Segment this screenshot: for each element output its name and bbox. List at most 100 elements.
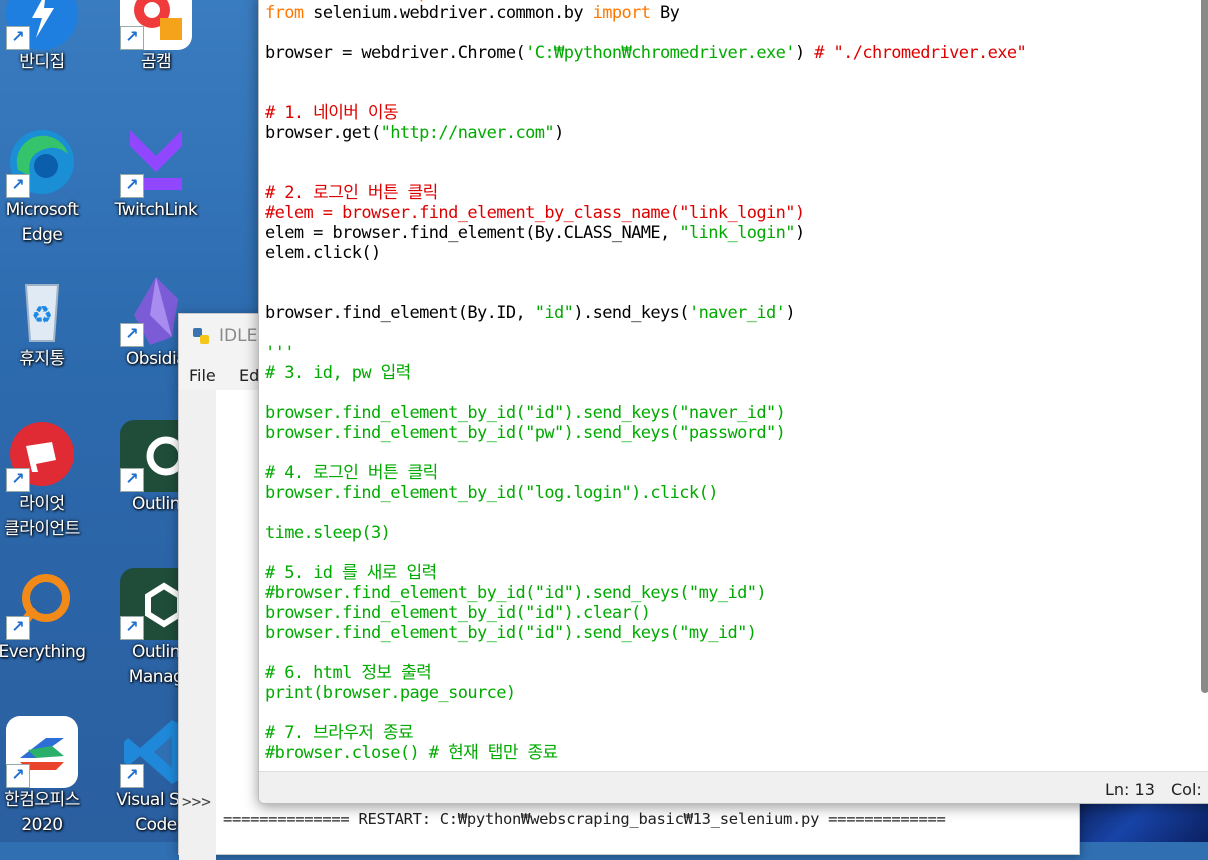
desktop-icon-gomcam[interactable]: ↗ 곰캠 [106, 0, 206, 75]
desktop-icon-twitchlink[interactable]: ↗ TwitchLink [106, 126, 206, 223]
desktop-icon-label: Everything [0, 642, 86, 662]
desktop-icon-label: TwitchLink [114, 200, 198, 220]
hancom-office-icon: ↗ [6, 716, 78, 788]
code-token: from [265, 3, 304, 23]
shell-restart-line: ============== RESTART: C:₩python₩webscr… [223, 810, 946, 828]
code-line: #browser.close() # 현재 탭만 종료 [265, 743, 1026, 763]
code-token: ''' [265, 343, 295, 363]
code-line: time.sleep(3) [265, 523, 1026, 543]
code-line: ''' [265, 343, 1026, 363]
code-token: browser.find_element_by_id("log.login").… [265, 483, 718, 503]
code-line: #browser.find_element_by_id("id").send_k… [265, 583, 1026, 603]
code-token: "id" [534, 303, 574, 323]
code-token: #elem = browser.find_element_by_class_na… [265, 203, 805, 223]
code-token: #browser.find_element_by_id("id").send_k… [265, 583, 767, 603]
code-line: browser.get("http://naver.com") [265, 123, 1026, 143]
shell-prompt: >>> [182, 792, 211, 811]
code-token: # 5. id 를 새로 입력 [265, 563, 437, 583]
shell-title: IDLE [219, 326, 258, 346]
shortcut-arrow-icon: ↗ [6, 174, 30, 198]
code-token: # 7. 브라우저 종료 [265, 723, 414, 743]
code-line: from selenium.webdriver.common.by import… [265, 3, 1026, 23]
code-token: #browser.close() # 현재 탭만 종료 [265, 743, 558, 763]
code-token: elem.click() [265, 243, 381, 263]
menu-file[interactable]: File [189, 366, 216, 385]
shortcut-arrow-icon: ↗ [120, 26, 144, 50]
twitchlink-icon: ↗ [120, 126, 192, 198]
code-line: # 1. 네이버 이동 [265, 103, 1026, 123]
code-token: # 3. id, pw 입력 [265, 363, 411, 383]
desktop-icon-bandizip[interactable]: ↗ 반디집 [0, 0, 92, 75]
code-token: ) [785, 303, 795, 323]
desktop-icon-everything[interactable]: ↗ Everything [0, 568, 92, 665]
code-line: browser.find_element_by_id("log.login").… [265, 483, 1026, 503]
code-token: time.sleep(3) [265, 523, 391, 543]
code-token: "http://naver.com" [380, 123, 555, 143]
code-line: browser.find_element(By.ID, "id").send_k… [265, 303, 1026, 323]
code-token: ) [794, 223, 805, 243]
code-token: 'naver_id' [688, 303, 786, 323]
code-line: browser.find_element_by_id("id").clear() [265, 603, 1026, 623]
code-line: elem = browser.find_element(By.CLASS_NAM… [265, 223, 1026, 243]
code-token: elem = browser.find_element(By.CLASS_NAM… [265, 223, 680, 243]
desktop-icon-bandicam[interactable]: ↗ Microsoft Edge [0, 126, 92, 248]
desktop-icon-label: 라이엇 [19, 494, 65, 514]
desktop-icon-hancom-office[interactable]: ↗ 한컴오피스 2020 [0, 716, 92, 838]
code-line: print(browser.page_source) [265, 683, 1026, 703]
shortcut-arrow-icon: ↗ [120, 616, 144, 640]
code-token: # "./chromedriver.exe" [814, 43, 1027, 63]
status-bar: Ln: 13 Col: 0 [259, 771, 1208, 803]
code-token: ) [794, 43, 815, 63]
desktop-icon-label-2: Edge [21, 225, 63, 245]
shortcut-arrow-icon: ↗ [6, 764, 30, 788]
shortcut-arrow-icon: ↗ [120, 468, 144, 492]
code-token: By [650, 3, 680, 23]
code-line: # 7. 브라우저 종료 [265, 723, 1026, 743]
status-column: Col: 0 [1171, 780, 1208, 799]
shortcut-arrow-icon: ↗ [120, 764, 144, 788]
code-token: browser.find_element_by_id("id").clear() [265, 603, 651, 623]
desktop-icon-recycle-bin[interactable]: ♻ 휴지통 [0, 275, 92, 372]
code-line: browser = webdriver.Chrome('C:₩python₩ch… [265, 43, 1027, 63]
code-token: # 1. 네이버 이동 [265, 103, 399, 123]
shortcut-arrow-icon: ↗ [6, 616, 30, 640]
code-token: browser.find_element_by_id("id").send_ke… [265, 403, 786, 423]
code-line: browser.find_element_by_id("id").send_ke… [265, 403, 1026, 423]
menu-edit[interactable]: Ed [239, 366, 259, 385]
vertical-scrollbar[interactable] [1201, 0, 1208, 693]
code-token: "link_login" [679, 223, 795, 243]
code-token: ).send_keys( [573, 303, 689, 323]
desktop-icon-label: 휴지통 [19, 349, 65, 369]
desktop-icon-riot-client[interactable]: ↗ 라이엇 클라이언트 [0, 420, 92, 542]
code-line: # 4. 로그인 버튼 클릭 [265, 463, 1026, 483]
code-token: ) [554, 123, 564, 143]
python-icon [193, 328, 209, 344]
shell-gutter [179, 390, 216, 860]
desktop-icon-label: 한컴오피스 [4, 790, 80, 810]
shortcut-arrow-icon: ↗ [120, 174, 144, 198]
code-token: browser.get( [265, 123, 381, 143]
code-line: # 3. id, pw 입력 [265, 363, 1026, 383]
shortcut-arrow-icon: ↗ [6, 26, 30, 50]
code-token: print(browser.page_source) [265, 683, 516, 703]
gomcam-icon: ↗ [120, 0, 192, 50]
code-token: # 4. 로그인 버튼 클릭 [265, 463, 438, 483]
shortcut-arrow-icon: ↗ [6, 468, 30, 492]
code-token: # 6. html 정보 출력 [265, 663, 432, 683]
code-token: import [592, 3, 651, 23]
code-text-area[interactable]: from selenium import webdriverfrom selen… [265, 0, 1027, 763]
code-line: # 5. id 를 새로 입력 [265, 563, 1026, 583]
everything-icon: ↗ [6, 568, 78, 640]
svg-text:♻: ♻ [31, 301, 53, 329]
code-token: browser.find_element_by_id("id").send_ke… [265, 623, 757, 643]
idle-editor-window[interactable]: from selenium import webdriverfrom selen… [258, 0, 1208, 804]
code-token: selenium.webdriver.common.by [303, 3, 593, 23]
